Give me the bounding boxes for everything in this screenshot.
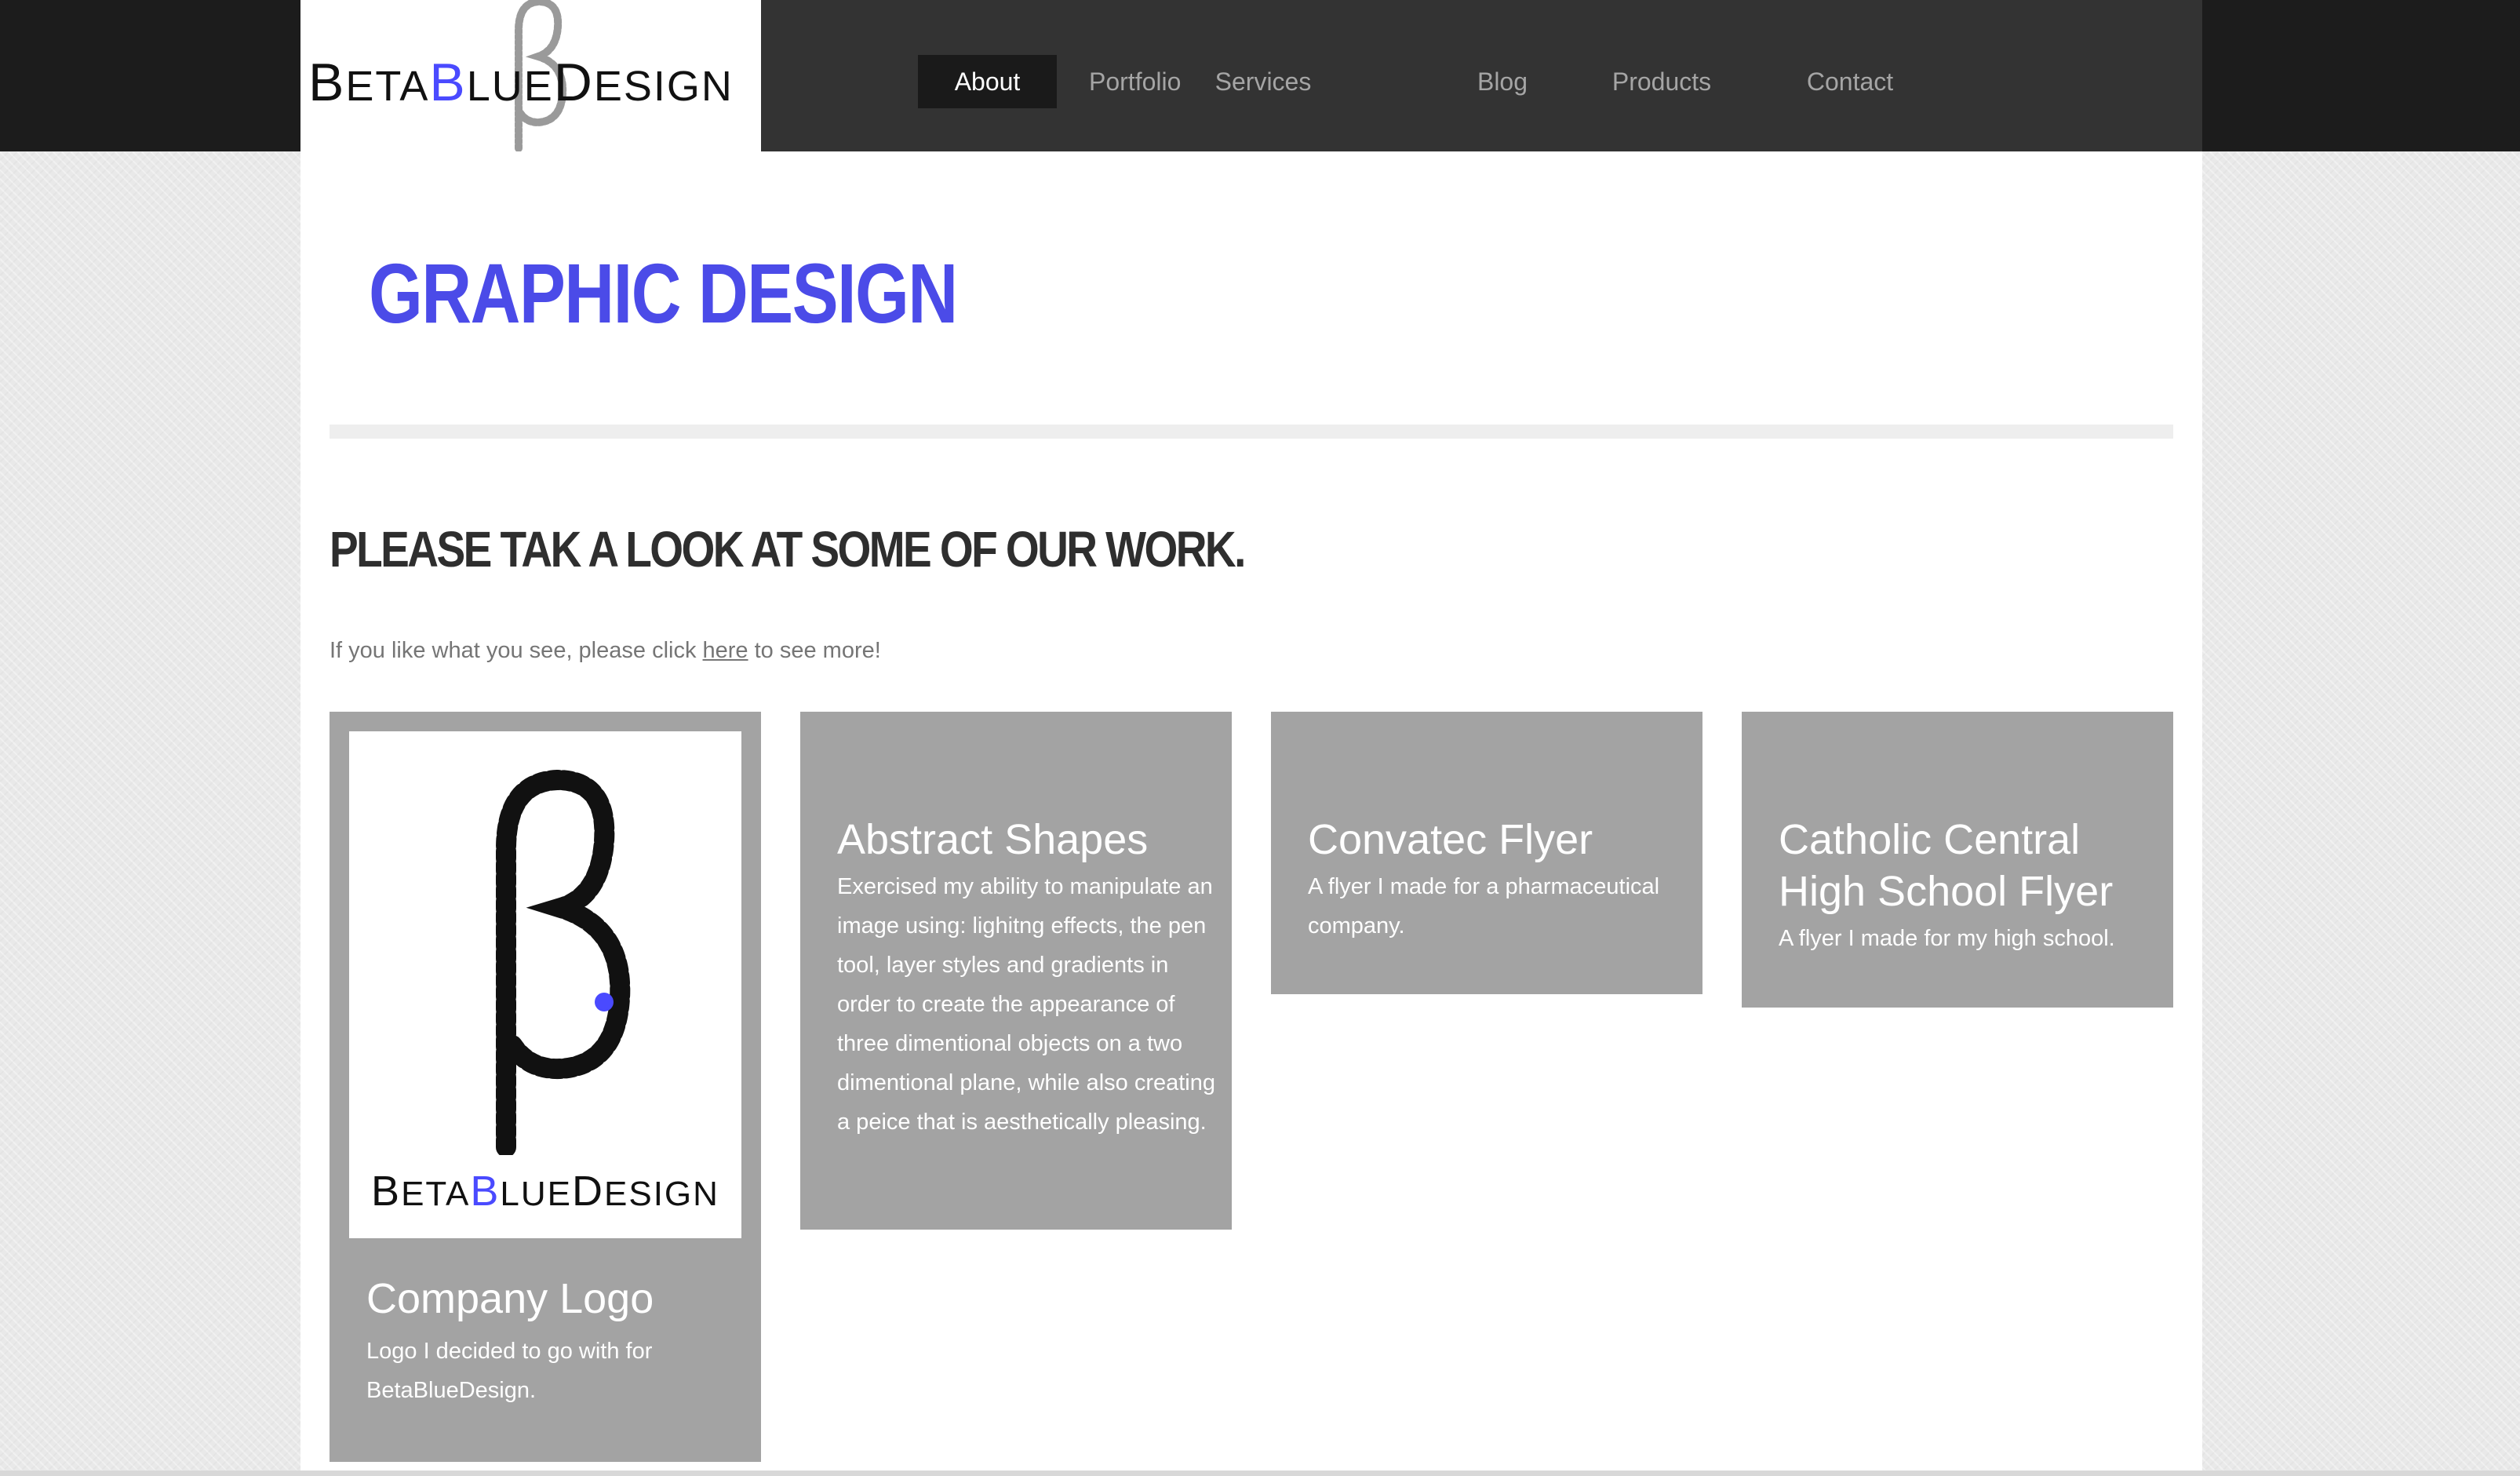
- card-title: Catholic Central High School Flyer: [1779, 816, 2114, 915]
- portfolio-card-catholic-central-flyer[interactable]: Catholic Central High School Flyer A fly…: [1742, 712, 2173, 1008]
- beta-logo-icon: [496, 769, 631, 1155]
- card-description: Exercised my ability to manipulate an im…: [837, 874, 1216, 1135]
- card-title: Company Logo: [366, 1275, 654, 1322]
- portfolio-card-abstract-shapes[interactable]: Abstract Shapes Exercised my ability to …: [800, 712, 1232, 1230]
- page-title: GRAPHIC DESIGN: [369, 246, 958, 341]
- intro-after: to see more!: [748, 638, 881, 663]
- intro-text: If you like what you see, please click h…: [330, 638, 881, 664]
- site-logo[interactable]: BETABLUEDESIGN: [300, 0, 761, 151]
- page-bottom-edge: [0, 1471, 2520, 1476]
- card-title: Abstract Shapes: [837, 816, 1149, 863]
- nav-item-about[interactable]: About: [918, 55, 1057, 108]
- nav-item-portfolio[interactable]: Portfolio: [1089, 55, 1181, 108]
- portfolio-card-convatec-flyer[interactable]: Convatec Flyer A flyer I made for a phar…: [1271, 712, 1702, 994]
- nav-item-products[interactable]: Products: [1611, 55, 1713, 108]
- nav-item-contact[interactable]: Contact: [1804, 55, 1896, 108]
- card-description: A flyer I made for my high school.: [1779, 926, 2115, 951]
- main-content: GRAPHIC DESIGN PLEASE TAK A LOOK AT SOME…: [300, 151, 2202, 1476]
- nav-item-blog[interactable]: Blog: [1475, 55, 1530, 108]
- card-thumbnail[interactable]: BETABLUEDESIGN: [349, 731, 741, 1238]
- portfolio-card-company-logo[interactable]: BETABLUEDESIGN Company Logo Logo I decid…: [330, 712, 761, 1462]
- intro-before: If you like what you see, please click: [330, 638, 703, 663]
- card-title: Convatec Flyer: [1308, 816, 1593, 863]
- divider: [330, 425, 2173, 439]
- card-description: A flyer I made for a pharmaceutical comp…: [1308, 874, 1660, 938]
- card-description: Logo I decided to go with for BetaBlueDe…: [366, 1339, 653, 1403]
- logo-wordmark: BETABLUEDESIGN: [308, 53, 734, 112]
- nav-item-services[interactable]: Services: [1212, 55, 1314, 108]
- section-heading: PLEASE TAK A LOOK AT SOME OF OUR WORK.: [330, 521, 1246, 578]
- logo-wordmark: BETABLUEDESIGN: [371, 1168, 719, 1215]
- see-more-link[interactable]: here: [703, 638, 748, 663]
